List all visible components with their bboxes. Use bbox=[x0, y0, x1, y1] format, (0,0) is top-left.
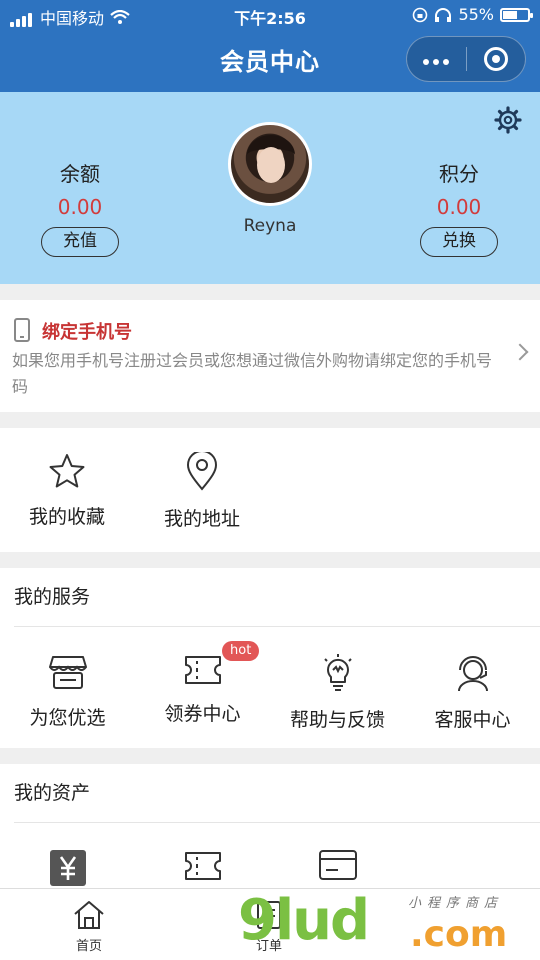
headphones-icon bbox=[435, 7, 452, 22]
profile-header: 余额 0.00 充值 Reyna 积分 0.00 兑换 bbox=[0, 92, 540, 284]
phone-icon bbox=[14, 318, 30, 342]
quick-links: 我的收藏 我的地址 bbox=[0, 428, 540, 552]
service-label-recommend: 为您优选 bbox=[29, 707, 106, 729]
favorites-button[interactable]: 我的收藏 bbox=[2, 452, 132, 529]
assets-section: 我的资产 bbox=[0, 764, 540, 888]
coupon-icon bbox=[184, 852, 221, 880]
watermark-tagline: 小程序商店 bbox=[408, 896, 504, 911]
bind-phone-description: 如果您用手机号注册过会员或您想通过微信外购物请绑定您的手机号码 bbox=[12, 351, 493, 396]
miniprogram-capsule bbox=[406, 36, 526, 82]
points-label: 积分 bbox=[439, 162, 479, 186]
rotation-lock-icon bbox=[413, 7, 428, 22]
close-miniprogram-button[interactable] bbox=[467, 37, 526, 81]
service-label-coupons: 领券中心 bbox=[164, 703, 241, 725]
balance-label: 余额 bbox=[60, 162, 100, 186]
more-button[interactable] bbox=[407, 37, 466, 81]
asset-item-balance[interactable] bbox=[0, 849, 135, 887]
location-pin-icon bbox=[186, 452, 218, 491]
yuan-icon bbox=[49, 850, 86, 886]
balance-block: 余额 0.00 充值 bbox=[20, 158, 140, 257]
service-item-support[interactable]: 客服中心 bbox=[405, 653, 540, 732]
address-label: 我的地址 bbox=[163, 508, 240, 530]
services-title: 我的服务 bbox=[14, 586, 91, 608]
site-watermark: 9lud 小程序商店 .com bbox=[238, 888, 540, 960]
battery-percent: 55% bbox=[458, 5, 494, 24]
exchange-button[interactable]: 兑换 bbox=[420, 227, 498, 257]
chevron-right-icon bbox=[511, 343, 529, 361]
hot-badge: hot bbox=[222, 641, 260, 661]
favorites-label: 我的收藏 bbox=[28, 506, 105, 528]
status-bar: 中国移动 下午2:56 55% bbox=[0, 0, 540, 30]
assets-title: 我的资产 bbox=[14, 782, 91, 804]
target-icon bbox=[483, 47, 508, 71]
service-item-help[interactable]: 帮助与反馈 bbox=[270, 653, 405, 732]
watermark-domain: .com bbox=[410, 914, 508, 955]
top-bar: 中国移动 下午2:56 55% 会员中心 bbox=[0, 0, 540, 92]
more-icon bbox=[421, 50, 451, 69]
ticket-icon bbox=[184, 656, 221, 684]
card-icon bbox=[318, 850, 357, 880]
gear-icon[interactable] bbox=[494, 106, 522, 134]
asset-item-card[interactable] bbox=[270, 849, 405, 881]
home-icon bbox=[74, 901, 104, 929]
service-item-recommend[interactable]: 为您优选 bbox=[0, 653, 135, 730]
bind-phone-card[interactable]: 绑定手机号 如果您用手机号注册过会员或您想通过微信外购物请绑定您的手机号码 bbox=[0, 300, 540, 412]
service-label-help: 帮助与反馈 bbox=[289, 709, 385, 731]
address-button[interactable]: 我的地址 bbox=[137, 452, 267, 531]
asset-item-coupons[interactable] bbox=[135, 849, 270, 883]
avatar[interactable] bbox=[228, 122, 312, 206]
bind-phone-title: 绑定手机号 bbox=[42, 322, 132, 343]
service-item-coupons[interactable]: 领券中心 bbox=[135, 653, 270, 726]
headset-icon bbox=[457, 656, 488, 692]
watermark-brand: 9lud bbox=[238, 888, 370, 953]
lightbulb-icon bbox=[323, 654, 352, 691]
store-icon bbox=[48, 656, 87, 689]
tab-home[interactable]: 首页 bbox=[44, 899, 134, 954]
services-section: 我的服务 为您优选 领券中心 hot 帮助与反馈 客服中心 bbox=[0, 568, 540, 748]
battery-icon bbox=[500, 7, 533, 22]
points-value: 0.00 bbox=[436, 195, 482, 219]
service-label-support: 客服中心 bbox=[434, 709, 511, 731]
points-block: 积分 0.00 兑换 bbox=[399, 158, 519, 257]
tab-home-label: 首页 bbox=[75, 939, 102, 954]
star-icon bbox=[49, 454, 85, 488]
